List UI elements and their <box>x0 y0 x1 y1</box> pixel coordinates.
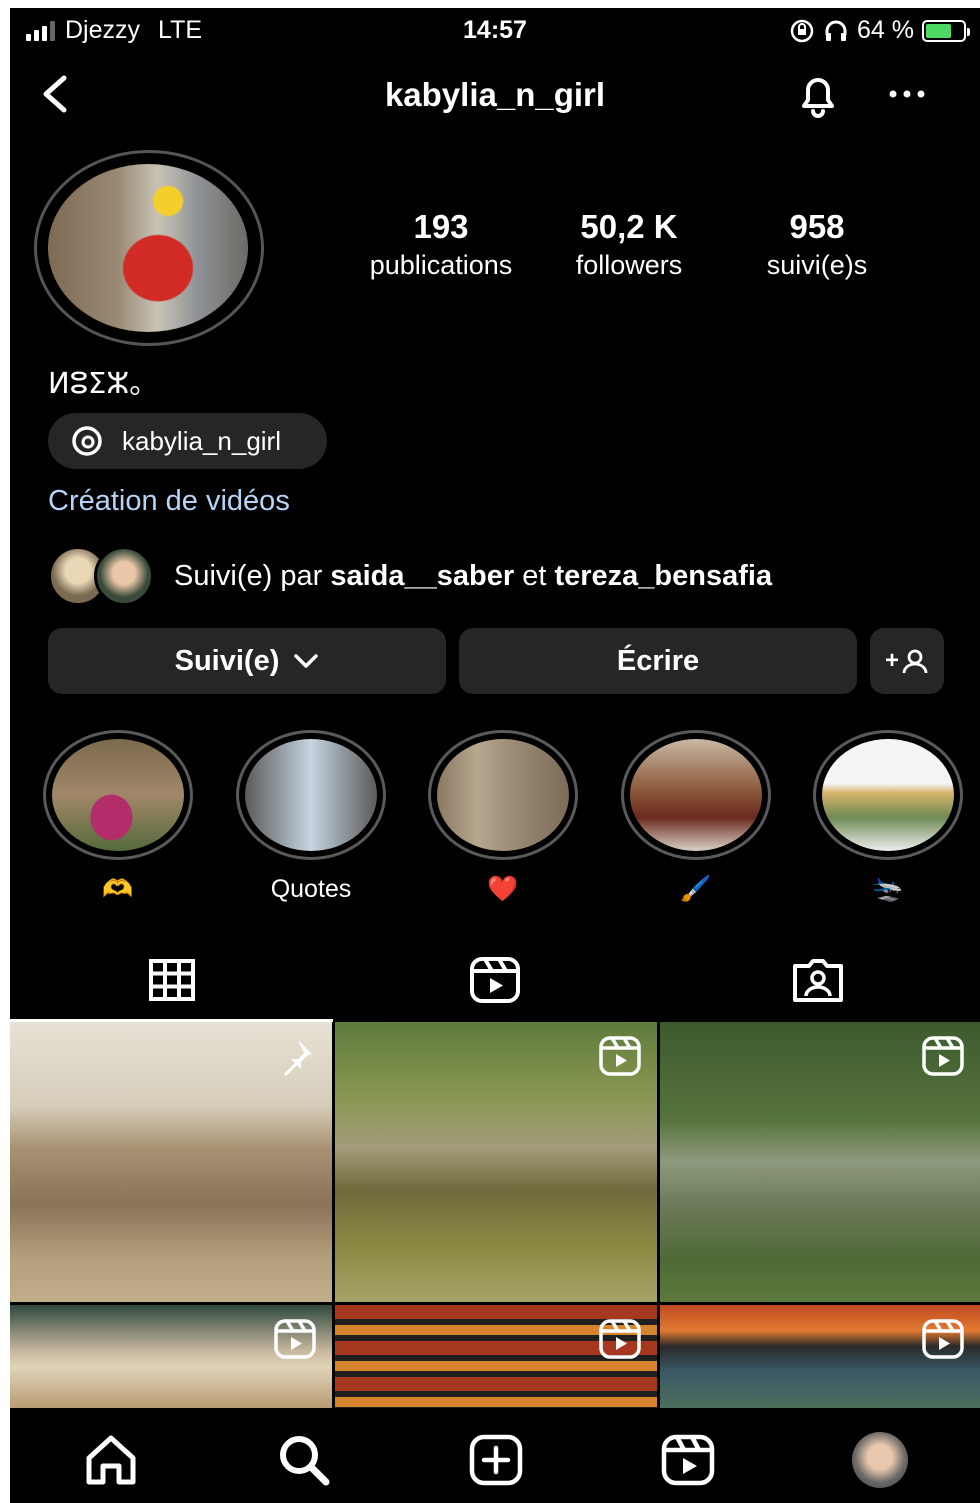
stat-label: publications <box>369 250 513 280</box>
pin-icon <box>284 1040 312 1076</box>
highlight-ring <box>428 730 578 860</box>
profile-category: Création de vidéos <box>48 485 290 517</box>
story-highlight[interactable]: ❤️ <box>428 730 578 906</box>
mutual-user-1: saida__saber <box>330 559 515 592</box>
highlight-cover <box>52 739 184 851</box>
bio-name: ⵍⵓⵉⵣ。 <box>48 368 159 400</box>
tab-tagged[interactable] <box>656 938 979 1022</box>
threads-link[interactable]: kabylia_n_girl <box>48 413 327 469</box>
stat-following[interactable]: 958 suivi(e)s <box>722 208 912 281</box>
story-highlight[interactable]: Quotes <box>236 730 386 906</box>
posts-grid <box>10 1022 980 1408</box>
status-bar: Djezzy LTE 14:57 64 % <box>10 8 980 52</box>
message-button-label: Écrire <box>616 644 700 677</box>
highlight-ring <box>43 730 193 860</box>
reel-badge-icon <box>922 1319 964 1359</box>
following-button[interactable]: Suivi(e) <box>48 628 446 694</box>
following-button-label: Suivi(e) <box>174 644 280 677</box>
tagged-icon <box>792 959 843 1002</box>
post-thumbnail[interactable] <box>10 1305 332 1408</box>
highlight-cover <box>437 739 569 851</box>
rotation-lock-icon <box>790 19 814 42</box>
stat-value: 958 <box>789 208 845 245</box>
bell-icon[interactable] <box>792 70 844 120</box>
nav-create[interactable] <box>466 1432 526 1488</box>
story-highlight[interactable]: 🛬 <box>813 730 963 906</box>
stat-label: followers <box>575 250 683 280</box>
stat-followers[interactable]: 50,2 K followers <box>534 208 724 281</box>
nav-search[interactable] <box>274 1432 334 1488</box>
threads-handle: kabylia_n_girl <box>122 425 281 456</box>
battery-percent: 64 % <box>857 16 914 44</box>
post-thumbnail[interactable] <box>335 1022 657 1302</box>
reels-icon <box>469 957 520 1003</box>
highlight-ring <box>236 730 386 860</box>
add-user-plus: + <box>884 647 899 674</box>
tab-posts-grid[interactable] <box>10 938 333 1022</box>
highlight-caption: Quotes <box>270 875 352 903</box>
post-thumbnail[interactable] <box>10 1022 332 1302</box>
profile-avatar <box>852 1432 908 1488</box>
reel-badge-icon <box>599 1036 641 1076</box>
story-highlight[interactable]: 🖌️ <box>621 730 771 906</box>
grid-icon <box>148 959 195 1001</box>
highlight-ring <box>621 730 771 860</box>
stat-value: 193 <box>413 208 469 245</box>
post-thumbnail[interactable] <box>335 1305 657 1408</box>
search-icon <box>280 1436 330 1486</box>
stat-label: suivi(e)s <box>766 250 868 280</box>
nav-reels[interactable] <box>658 1432 718 1488</box>
battery-icon <box>922 19 970 42</box>
headphones-icon <box>825 20 847 41</box>
mutual-avatar <box>94 546 154 606</box>
create-icon <box>469 1434 523 1486</box>
profile-tabs <box>10 938 980 1022</box>
highlight-caption: 🛬 <box>872 875 904 903</box>
post-thumbnail[interactable] <box>660 1305 980 1408</box>
highlight-ring <box>813 730 963 860</box>
tab-reels[interactable] <box>333 938 656 1022</box>
post-thumbnail[interactable] <box>660 1022 980 1302</box>
bottom-nav <box>10 1408 980 1503</box>
add-user-icon <box>902 649 928 674</box>
highlight-caption: 🫶 <box>102 875 134 903</box>
highlight-cover <box>822 739 954 851</box>
highlight-caption: ❤️ <box>487 875 519 903</box>
reel-badge-icon <box>274 1319 316 1359</box>
reel-badge-icon <box>599 1319 641 1359</box>
followed-by-text: Suivi(e) par saida__saber et tereza_bens… <box>174 560 772 593</box>
chevron-down-icon <box>294 654 319 668</box>
message-button[interactable]: Écrire <box>459 628 857 694</box>
instagram-profile-screen: Djezzy LTE 14:57 64 % kabylia_n_girl 193… <box>10 8 980 1503</box>
add-user-button[interactable]: + <box>870 628 944 694</box>
profile-avatar[interactable] <box>48 164 248 332</box>
stat-publications[interactable]: 193 publications <box>346 208 536 281</box>
mutual-user-2: tereza_bensafia <box>554 559 773 592</box>
stat-value: 50,2 K <box>580 208 678 245</box>
followed-by-conjunction: et <box>514 559 555 592</box>
story-highlight[interactable]: 🫶 <box>43 730 193 906</box>
profile-header: kabylia_n_girl <box>10 58 980 128</box>
reel-badge-icon <box>922 1036 964 1076</box>
followed-by-row[interactable]: Suivi(e) par saida__saber et tereza_bens… <box>48 546 948 606</box>
highlight-cover <box>245 739 377 851</box>
followed-by-prefix: Suivi(e) par <box>174 559 331 592</box>
status-right: 64 % <box>789 16 970 45</box>
nav-profile[interactable] <box>850 1432 910 1488</box>
home-icon <box>86 1435 136 1485</box>
highlight-caption: 🖌️ <box>680 875 712 903</box>
threads-icon <box>72 426 102 456</box>
reels-icon <box>661 1434 715 1486</box>
more-icon[interactable] <box>884 76 930 112</box>
highlight-cover <box>630 739 762 851</box>
nav-home[interactable] <box>81 1432 141 1488</box>
